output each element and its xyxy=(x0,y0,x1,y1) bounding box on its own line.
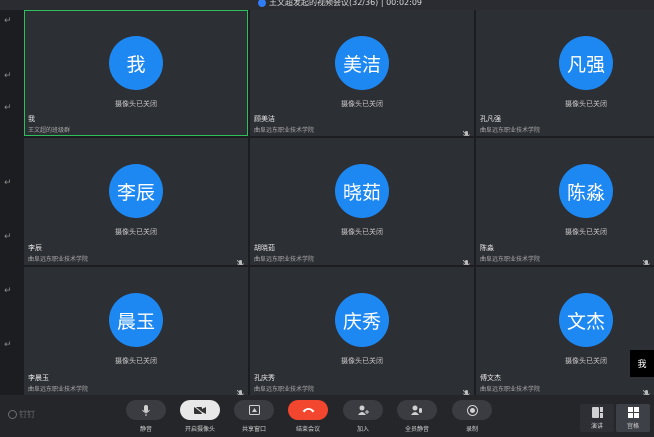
participant-name: 胡晓茹 xyxy=(254,244,275,252)
participant-tile[interactable]: 晓茹摄像头已关闭胡晓茹曲阜远东职业技术学院 xyxy=(250,138,474,265)
brand-name: 钉钉 xyxy=(19,410,35,419)
self-view-badge[interactable]: 我 xyxy=(630,350,654,377)
participant-organization: 曲阜远东职业技术学院 xyxy=(254,386,315,393)
participant-avatar: 晓茹 xyxy=(335,164,389,218)
return-mark-icon: ↵ xyxy=(4,340,12,350)
muted-mic-icon xyxy=(462,124,470,136)
participant-avatar: 庆秀 xyxy=(335,293,389,347)
camera-status: 摄像头已关闭 xyxy=(565,100,607,108)
participant-tile[interactable]: 庆秀摄像头已关闭孔庆秀曲阜远东职业技术学院 xyxy=(250,267,474,395)
camera-status: 摄像头已关闭 xyxy=(115,228,157,236)
gallery-view-button[interactable]: 宫格 xyxy=(616,404,650,432)
mute-button[interactable]: 静音 xyxy=(126,400,166,434)
meeting-window: 王文超发起的视频会议(32/36) | 00:02:09 ↵ ↵ ↵ ↵ ↵ ↵… xyxy=(0,0,654,437)
participant-organization: 曲阜远东职业技术学院 xyxy=(254,127,315,134)
participant-organization: 曲阜远东职业技术学院 xyxy=(254,256,315,263)
participant-tile[interactable]: 晨玉摄像头已关闭李晨玉曲阜远东职业技术学院 xyxy=(24,267,248,395)
participant-avatar: 美洁 xyxy=(335,36,389,90)
camera-status: 摄像头已关闭 xyxy=(341,228,383,236)
record-button[interactable]: 录制 xyxy=(452,400,492,434)
share-window-button[interactable]: 共享窗口 xyxy=(234,400,274,434)
return-mark-icon: ↵ xyxy=(4,178,12,188)
participant-avatar: 我 xyxy=(109,36,163,90)
title-bar: 王文超发起的视频会议(32/36) | 00:02:09 xyxy=(0,0,654,10)
return-mark-icon: ↵ xyxy=(4,232,12,242)
muted-mic-icon xyxy=(462,383,470,395)
participant-avatar: 李辰 xyxy=(109,164,163,218)
speaker-view-label: 演讲 xyxy=(590,423,603,430)
record-icon xyxy=(466,404,478,416)
participant-tile[interactable]: 我摄像头已关闭我王文超的班级群 xyxy=(24,10,248,136)
grid-layout-icon xyxy=(628,407,639,418)
camera-button[interactable]: 开启摄像头 xyxy=(180,400,220,434)
mute-all-button[interactable]: 全员静音 xyxy=(397,400,437,434)
add-participant-button[interactable]: 加入 xyxy=(343,400,383,434)
participant-avatar: 凡强 xyxy=(559,36,613,90)
speaker-view-button[interactable]: 演讲 xyxy=(580,404,614,432)
record-label: 录制 xyxy=(465,426,478,433)
camera-status: 摄像头已关闭 xyxy=(115,100,157,108)
left-margin: ↵ ↵ ↵ ↵ ↵ ↵ ↵ xyxy=(0,10,24,395)
participant-organization: 曲阜远东职业技术学院 xyxy=(480,386,541,393)
mute-label: 静音 xyxy=(139,426,152,433)
participant-name: 我 xyxy=(28,115,35,123)
return-mark-icon: ↵ xyxy=(4,16,12,26)
add-user-icon xyxy=(357,405,369,415)
camera-status: 摄像头已关闭 xyxy=(115,357,157,365)
return-mark-icon: ↵ xyxy=(4,71,12,81)
participant-avatar: 陈淼 xyxy=(559,164,613,218)
muted-mic-icon xyxy=(642,253,650,265)
participant-avatar: 文杰 xyxy=(559,293,613,347)
muted-mic-icon xyxy=(642,383,650,395)
camera-label: 开启摄像头 xyxy=(184,426,215,433)
participant-name: 李晨玉 xyxy=(28,374,49,382)
participant-organization: 曲阜远东职业技术学院 xyxy=(28,256,89,263)
video-grid: 我摄像头已关闭我王文超的班级群 美洁 摄像头已关闭 顾美洁 曲阜远东职业技术学院 凡强 摄像… xyxy=(24,10,654,395)
end-label: 结束会议 xyxy=(295,426,320,433)
return-mark-icon: ↵ xyxy=(4,103,12,113)
participant-organization: 曲阜远东职业技术学院 xyxy=(480,256,541,263)
camera-status: 摄像头已关闭 xyxy=(341,357,383,365)
participant-tile[interactable]: 凡强摄像头已关闭孔凡强曲阜远东职业技术学院 xyxy=(476,10,654,136)
muted-mic-icon xyxy=(236,383,244,395)
share-screen-icon xyxy=(248,405,260,415)
brand-logo: 钉钉 xyxy=(8,409,35,420)
participant-name: 李辰 xyxy=(28,244,42,252)
muted-mic-icon xyxy=(462,253,470,265)
meeting-toolbar: 钉钉 静音 开启摄像头 共享窗口 结束会议 加入 全员静音 录制 演讲 宫格 xyxy=(0,395,654,437)
dingtalk-icon xyxy=(8,410,17,419)
mute-all-label: 全员静音 xyxy=(404,426,429,433)
participant-tile[interactable]: 李辰 摄像头已关闭 李辰 曲阜远东职业技术学院 xyxy=(24,138,248,265)
gallery-view-label: 宫格 xyxy=(626,423,639,430)
end-meeting-button[interactable]: 结束会议 xyxy=(288,400,328,434)
meeting-title: 王文超发起的视频会议(32/36) | 00:02:09 xyxy=(269,0,423,7)
participant-tile[interactable]: 陈淼 摄像头已关闭 陈淼 曲阜远东职业技术学院 xyxy=(476,138,654,265)
camera-status: 摄像头已关闭 xyxy=(341,100,383,108)
participant-organization: 曲阜远东职业技术学院 xyxy=(28,386,89,393)
participant-name: 孔凡强 xyxy=(480,115,501,123)
camera-status: 摄像头已关闭 xyxy=(565,357,607,365)
mute-all-icon xyxy=(411,405,422,415)
participant-tile[interactable]: 美洁摄像头已关闭顾美洁曲阜远东职业技术学院 xyxy=(250,10,474,136)
participant-avatar: 晨玉 xyxy=(109,293,163,347)
microphone-icon xyxy=(142,404,150,416)
participant-name: 顾美洁 xyxy=(254,115,275,123)
participant-tile[interactable]: 文杰摄像头已关闭傅文杰曲阜远东职业技术学院 xyxy=(476,267,654,395)
return-mark-icon: ↵ xyxy=(4,286,12,296)
participant-name: 孔庆秀 xyxy=(254,374,275,382)
camera-off-icon xyxy=(194,405,206,415)
participant-name: 傅文杰 xyxy=(480,374,501,382)
add-label: 加入 xyxy=(356,426,369,433)
participant-name: 陈淼 xyxy=(480,244,494,252)
participant-organization: 王文超的班级群 xyxy=(28,127,71,134)
share-label: 共享窗口 xyxy=(241,426,266,433)
meeting-icon xyxy=(258,0,266,7)
participant-organization: 曲阜远东职业技术学院 xyxy=(480,127,541,134)
speaker-layout-icon xyxy=(592,407,603,418)
muted-mic-icon xyxy=(236,253,244,265)
camera-status: 摄像头已关闭 xyxy=(565,228,607,236)
hang-up-icon xyxy=(302,408,314,413)
